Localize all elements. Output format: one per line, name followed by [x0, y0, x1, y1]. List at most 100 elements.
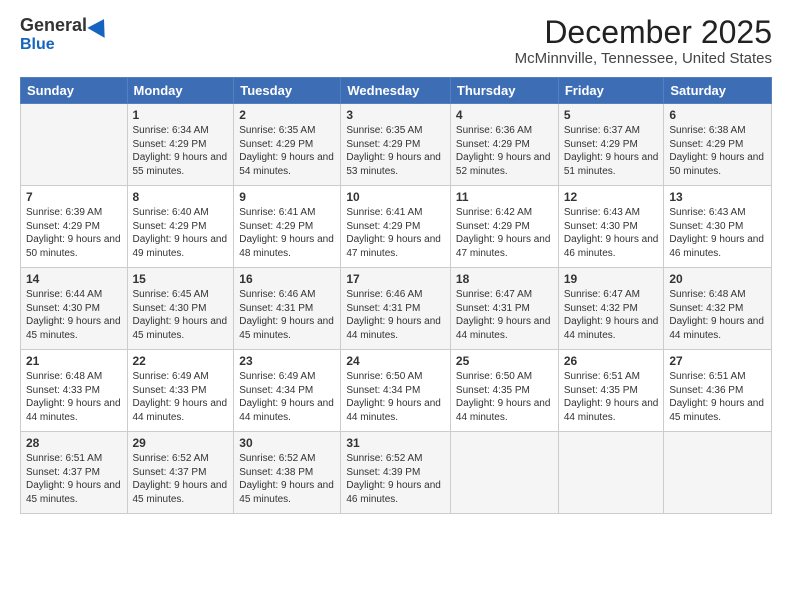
day-number: 24	[346, 354, 445, 368]
day-info: Sunrise: 6:46 AMSunset: 4:31 PMDaylight:…	[239, 288, 335, 342]
calendar-cell: 11 Sunrise: 6:42 AMSunset: 4:29 PMDayligh…	[450, 186, 558, 268]
day-number: 5	[564, 108, 659, 122]
day-info: Sunrise: 6:35 AMSunset: 4:29 PMDaylight:…	[239, 124, 335, 178]
calendar-cell: 12 Sunrise: 6:43 AMSunset: 4:30 PMDayligh…	[558, 186, 664, 268]
day-number: 2	[239, 108, 335, 122]
day-info: Sunrise: 6:49 AMSunset: 4:33 PMDaylight:…	[133, 370, 229, 424]
col-wednesday: Wednesday	[341, 78, 451, 104]
calendar-cell: 5Sunrise: 6:37 AMSunset: 4:29 PMDaylight…	[558, 104, 664, 186]
calendar-cell: 31Sunrise: 6:52 AMSunset: 4:39 PMDayligh…	[341, 432, 451, 514]
day-info: Sunrise: 6:51 AMSunset: 4:36 PMDaylight:…	[669, 370, 766, 424]
calendar-cell: 27Sunrise: 6:51 AMSunset: 4:36 PMDayligh…	[664, 350, 772, 432]
col-saturday: Saturday	[664, 78, 772, 104]
day-number: 29	[133, 436, 229, 450]
day-info: Sunrise: 6:46 AMSunset: 4:31 PMDaylight:…	[346, 288, 445, 342]
logo: General Blue	[20, 15, 110, 54]
day-info: Sunrise: 6:50 AMSunset: 4:34 PMDaylight:…	[346, 370, 445, 424]
logo-blue: Blue	[20, 36, 55, 54]
day-info: Sunrise: 6:51 AMSunset: 4:37 PMDaylight:…	[26, 452, 122, 506]
calendar-cell: 25Sunrise: 6:50 AMSunset: 4:35 PMDayligh…	[450, 350, 558, 432]
calendar-cell	[664, 432, 772, 514]
calendar-cell: 1 Sunrise: 6:34 AMSunset: 4:29 PMDaylight…	[127, 104, 234, 186]
day-info: Sunrise: 6:44 AMSunset: 4:30 PMDaylight:…	[26, 288, 122, 342]
calendar-cell: 16 Sunrise: 6:46 AMSunset: 4:31 PMDayligh…	[234, 268, 341, 350]
calendar-cell: 4 Sunrise: 6:36 AMSunset: 4:29 PMDaylight…	[450, 104, 558, 186]
day-info: Sunrise: 6:35 AMSunset: 4:29 PMDaylight:…	[346, 124, 445, 178]
day-number: 20	[669, 272, 766, 286]
calendar-cell: 19 Sunrise: 6:47 AMSunset: 4:32 PMDayligh…	[558, 268, 664, 350]
day-info: Sunrise: 6:39 AMSunset: 4:29 PMDaylight:…	[26, 206, 122, 260]
day-info: Sunrise: 6:41 AMSunset: 4:29 PMDaylight:…	[239, 206, 335, 260]
col-sunday: Sunday	[21, 78, 128, 104]
page: General Blue December 2025 McMinnville, …	[0, 0, 792, 612]
day-info: Sunrise: 6:43 AMSunset: 4:30 PMDaylight:…	[564, 206, 659, 260]
location-title: McMinnville, Tennessee, United States	[515, 50, 772, 67]
logo-icon	[87, 14, 112, 38]
day-number: 17	[346, 272, 445, 286]
day-number: 7	[26, 190, 122, 204]
col-tuesday: Tuesday	[234, 78, 341, 104]
calendar-cell: 18 Sunrise: 6:47 AMSunset: 4:31 PMDayligh…	[450, 268, 558, 350]
day-number: 11	[456, 190, 553, 204]
calendar-cell: 29 Sunrise: 6:52 AMSunset: 4:37 PMDayligh…	[127, 432, 234, 514]
calendar-cell: 10 Sunrise: 6:41 AMSunset: 4:29 PMDayligh…	[341, 186, 451, 268]
calendar-cell: 30 Sunrise: 6:52 AMSunset: 4:38 PMDayligh…	[234, 432, 341, 514]
calendar-cell	[558, 432, 664, 514]
calendar-cell: 28 Sunrise: 6:51 AMSunset: 4:37 PMDayligh…	[21, 432, 128, 514]
day-number: 1	[133, 108, 229, 122]
day-info: Sunrise: 6:47 AMSunset: 4:31 PMDaylight:…	[456, 288, 553, 342]
calendar-week-row: 21 Sunrise: 6:48 AMSunset: 4:33 PMDayligh…	[21, 350, 772, 432]
day-number: 28	[26, 436, 122, 450]
day-info: Sunrise: 6:34 AMSunset: 4:29 PMDaylight:…	[133, 124, 229, 178]
day-number: 22	[133, 354, 229, 368]
day-number: 6	[669, 108, 766, 122]
day-number: 21	[26, 354, 122, 368]
day-info: Sunrise: 6:36 AMSunset: 4:29 PMDaylight:…	[456, 124, 553, 178]
calendar-cell: 15 Sunrise: 6:45 AMSunset: 4:30 PMDayligh…	[127, 268, 234, 350]
day-number: 23	[239, 354, 335, 368]
day-number: 30	[239, 436, 335, 450]
day-info: Sunrise: 6:42 AMSunset: 4:29 PMDaylight:…	[456, 206, 553, 260]
day-number: 9	[239, 190, 335, 204]
logo-general: General	[20, 15, 87, 36]
calendar-cell: 2 Sunrise: 6:35 AMSunset: 4:29 PMDaylight…	[234, 104, 341, 186]
day-info: Sunrise: 6:45 AMSunset: 4:30 PMDaylight:…	[133, 288, 229, 342]
calendar-cell: 26 Sunrise: 6:51 AMSunset: 4:35 PMDayligh…	[558, 350, 664, 432]
calendar-week-row: 14 Sunrise: 6:44 AMSunset: 4:30 PMDayligh…	[21, 268, 772, 350]
day-number: 4	[456, 108, 553, 122]
day-info: Sunrise: 6:47 AMSunset: 4:32 PMDaylight:…	[564, 288, 659, 342]
day-number: 3	[346, 108, 445, 122]
calendar-week-row: 28 Sunrise: 6:51 AMSunset: 4:37 PMDayligh…	[21, 432, 772, 514]
day-number: 19	[564, 272, 659, 286]
calendar-cell: 24 Sunrise: 6:50 AMSunset: 4:34 PMDayligh…	[341, 350, 451, 432]
calendar-cell	[450, 432, 558, 514]
day-info: Sunrise: 6:40 AMSunset: 4:29 PMDaylight:…	[133, 206, 229, 260]
calendar-cell	[21, 104, 128, 186]
day-number: 12	[564, 190, 659, 204]
day-number: 18	[456, 272, 553, 286]
calendar-cell: 20Sunrise: 6:48 AMSunset: 4:32 PMDayligh…	[664, 268, 772, 350]
day-info: Sunrise: 6:52 AMSunset: 4:38 PMDaylight:…	[239, 452, 335, 506]
day-info: Sunrise: 6:52 AMSunset: 4:37 PMDaylight:…	[133, 452, 229, 506]
day-number: 16	[239, 272, 335, 286]
day-number: 13	[669, 190, 766, 204]
day-info: Sunrise: 6:48 AMSunset: 4:33 PMDaylight:…	[26, 370, 122, 424]
calendar-cell: 9 Sunrise: 6:41 AMSunset: 4:29 PMDaylight…	[234, 186, 341, 268]
day-number: 8	[133, 190, 229, 204]
month-title: December 2025	[515, 15, 772, 50]
calendar-header-row: Sunday Monday Tuesday Wednesday Thursday…	[21, 78, 772, 104]
day-info: Sunrise: 6:49 AMSunset: 4:34 PMDaylight:…	[239, 370, 335, 424]
day-info: Sunrise: 6:41 AMSunset: 4:29 PMDaylight:…	[346, 206, 445, 260]
calendar-week-row: 1 Sunrise: 6:34 AMSunset: 4:29 PMDaylight…	[21, 104, 772, 186]
day-info: Sunrise: 6:52 AMSunset: 4:39 PMDaylight:…	[346, 452, 445, 506]
calendar-cell: 6Sunrise: 6:38 AMSunset: 4:29 PMDaylight…	[664, 104, 772, 186]
day-info: Sunrise: 6:51 AMSunset: 4:35 PMDaylight:…	[564, 370, 659, 424]
day-number: 26	[564, 354, 659, 368]
calendar-cell: 23 Sunrise: 6:49 AMSunset: 4:34 PMDayligh…	[234, 350, 341, 432]
day-number: 14	[26, 272, 122, 286]
day-number: 15	[133, 272, 229, 286]
header: General Blue December 2025 McMinnville, …	[20, 15, 772, 67]
day-number: 10	[346, 190, 445, 204]
calendar-cell: 17 Sunrise: 6:46 AMSunset: 4:31 PMDayligh…	[341, 268, 451, 350]
calendar-week-row: 7 Sunrise: 6:39 AMSunset: 4:29 PMDaylight…	[21, 186, 772, 268]
